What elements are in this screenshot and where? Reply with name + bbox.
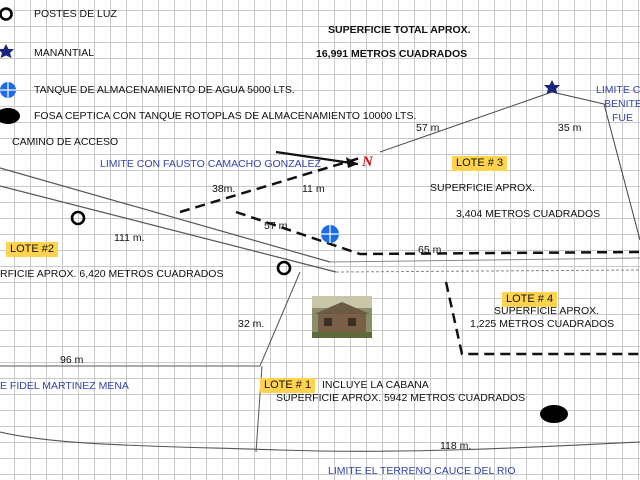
measure-57m-middle: 57 m (264, 220, 288, 232)
spring-legend-icon (0, 44, 14, 58)
lote1-label: LOTE # 1 (260, 378, 316, 393)
pole-marker-1 (70, 210, 86, 226)
pole-marker-2 (276, 260, 292, 276)
access-road-label: CAMINO DE ACCESO (12, 136, 119, 148)
river-boundary (0, 431, 640, 452)
legend-tank-label: TANQUE DE ALMACENAMIENTO DE AGUA 5000 LT… (34, 84, 295, 96)
measure-111m: 111 m. (114, 232, 145, 244)
fausto-boundary-label: LIMITE CON FAUSTO CAMACHO GONZALEZ (100, 158, 321, 170)
spring-marker (544, 80, 560, 94)
measure-32m: 32 m. (238, 318, 265, 330)
total-area-title: SUPERFICIE TOTAL APROX. (328, 24, 471, 36)
measure-38m: 38m. (212, 183, 236, 195)
north-arrow-label: N (362, 154, 373, 170)
legend-poles-label: POSTES DE LUZ (34, 8, 117, 20)
total-area-value: 16,991 METROS CUADRADOS (316, 48, 468, 60)
lote4-area-value: 1,225 METROS CUADRADOS (470, 318, 615, 330)
legend-septic-label: FOSA CEPTICA CON TANQUE ROTOPLAS DE ALMA… (34, 110, 417, 122)
boundary-line-north (379, 91, 553, 153)
measure-11m: 11 m (302, 183, 325, 195)
tank-legend-icon (0, 82, 16, 98)
road-line-east-dotted (335, 269, 640, 273)
measure-65m: 65 m (418, 244, 442, 256)
lote1-area: SUPERFICIE APROX. 5942 METROS CUADRADOS (276, 392, 526, 404)
lot-division-line-1 (259, 271, 301, 367)
legend-spring-label: MANANTIAL (34, 47, 95, 59)
lote4-area-title: SUPERFICIE APROX. (494, 305, 600, 317)
river-boundary-label: LIMITE EL TERRENO CAUCE DEL RIO (328, 465, 516, 477)
septic-marker (540, 405, 568, 423)
right-boundary-label-1: LIMITE C (596, 84, 640, 96)
lote2-area: RFICIE APROX. 6,420 METROS CUADRADOS (0, 268, 224, 280)
cabin-photo (312, 296, 372, 338)
lote2-label: LOTE #2 (6, 242, 59, 257)
lote3-area-value: 3,404 METROS CUADRADOS (456, 208, 601, 220)
plan-lines (0, 7, 640, 453)
measure-35m: 35 m (558, 122, 582, 134)
site-plan: POSTES DE LUZ MANANTIAL TANQUE DE ALMACE… (0, 0, 640, 480)
pole-legend-icon (0, 7, 13, 21)
right-boundary-label-2: BENITE (604, 98, 640, 110)
measure-96m: 96 m (60, 354, 84, 366)
lote3-label: LOTE # 3 (452, 156, 508, 171)
boundary-line-east (603, 103, 640, 241)
measure-118m: 118 m. (440, 440, 472, 452)
right-boundary-label-3: FUE (612, 112, 633, 124)
septic-legend-icon (0, 108, 20, 124)
road-line-east (329, 257, 640, 263)
measure-57m-north: 57 m (416, 122, 440, 134)
lote1-note: INCLUYE LA CABANA (322, 379, 429, 391)
tank-marker (321, 225, 339, 243)
fidel-boundary-label: E FIDEL MARTINEZ MENA (0, 380, 129, 392)
lote3-area-title: SUPERFICIE APROX. (430, 182, 536, 194)
